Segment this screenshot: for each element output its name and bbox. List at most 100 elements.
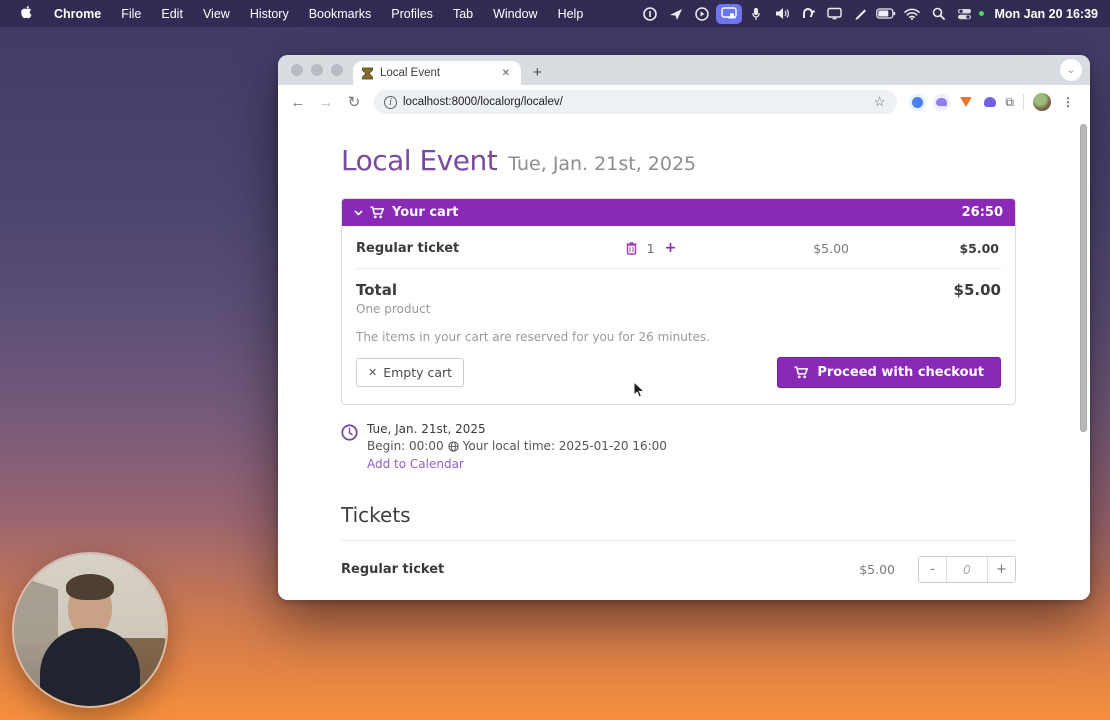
cart-item-qty: 1 — [646, 240, 655, 256]
bookmark-star-icon[interactable]: ☆ — [872, 94, 888, 110]
screen-share-indicator-icon[interactable] — [716, 3, 743, 24]
forward-icon[interactable]: → — [314, 94, 338, 111]
back-icon[interactable]: ← — [286, 94, 310, 111]
event-page: Local Event Tue, Jan. 21st, 2025 Your ca… — [341, 119, 1016, 600]
menubar-item-chrome[interactable]: Chrome — [45, 7, 110, 21]
ticket-qty-stepper: - + — [918, 556, 1016, 583]
send-icon[interactable] — [664, 4, 688, 24]
mic-icon[interactable] — [744, 4, 768, 24]
ticket-price: $5.00 — [859, 562, 895, 577]
page-header: Local Event Tue, Jan. 21st, 2025 — [341, 144, 1016, 177]
empty-cart-x-icon: ✕ — [368, 366, 378, 379]
app-mammoth-icon[interactable] — [796, 4, 820, 24]
event-date-lines: Tue, Jan. 21st, 2025 Begin: 00:00 Your l… — [367, 422, 667, 472]
webcam-person-shirt — [40, 628, 140, 706]
menubar-item-edit[interactable]: Edit — [152, 7, 192, 21]
status-green-dot — [979, 11, 985, 16]
empty-cart-button[interactable]: ✕ Empty cart — [356, 358, 465, 387]
address-bar[interactable]: i localhost:8000/localorg/localev/ ☆ — [374, 90, 898, 114]
reload-icon[interactable]: ↻ — [342, 93, 366, 111]
proceed-checkout-button[interactable]: Proceed with checkout — [777, 357, 1001, 388]
tab-strip: Local Event ✕ + ⌄ — [278, 55, 1090, 85]
site-info-icon[interactable]: i — [384, 95, 397, 109]
extension-blue-icon[interactable] — [909, 93, 927, 111]
cart-icon — [370, 206, 385, 219]
cart-total-label: Total — [356, 281, 397, 299]
minimize-window-button[interactable] — [311, 64, 323, 76]
page-scrollbar-thumb[interactable] — [1080, 124, 1087, 432]
ticket-name: Regular ticket — [341, 562, 445, 577]
webcam-person-hair — [66, 574, 114, 600]
qty-decrease-button[interactable]: - — [919, 557, 946, 582]
browser-menu-dots-icon[interactable]: ⋮ — [1058, 95, 1078, 109]
qty-increase-button[interactable]: + — [988, 557, 1015, 582]
menubar-item-bookmarks[interactable]: Bookmarks — [300, 7, 381, 21]
cart-item-line-total: $5.00 — [959, 240, 999, 256]
menubar-item-view[interactable]: View — [194, 7, 239, 21]
cart-header[interactable]: Your cart 26:50 — [342, 199, 1015, 226]
checkout-cart-icon — [794, 366, 809, 379]
menubar-clock[interactable]: Mon Jan 20 16:39 — [994, 7, 1098, 21]
browser-toolbar: ← → ↻ i localhost:8000/localorg/localev/… — [278, 85, 1090, 119]
extension-lavender-icon[interactable] — [933, 93, 951, 111]
cart-collapse-chevron-icon[interactable] — [354, 209, 363, 216]
event-begin-text: Begin: 00:00 — [367, 439, 444, 453]
cart-actions: ✕ Empty cart Proceed with checkout — [354, 344, 1003, 392]
cart-item-row: Regular ticket 1 + $5.00 $5.00 — [354, 236, 1003, 268]
menubar-item-tab[interactable]: Tab — [444, 7, 482, 21]
tab-search-chevron-icon[interactable]: ⌄ — [1060, 59, 1082, 81]
control-center-icon[interactable] — [952, 4, 976, 24]
onepassword-icon[interactable] — [638, 4, 662, 24]
profile-avatar[interactable] — [1033, 93, 1051, 111]
page-title: Local Event — [341, 144, 498, 177]
proceed-checkout-label: Proceed with checkout — [817, 365, 984, 380]
menubar-item-file[interactable]: File — [112, 7, 150, 21]
qty-input[interactable] — [946, 557, 988, 582]
cart-header-label: Your cart — [392, 205, 459, 220]
cart-qty-controls: 1 + — [606, 240, 696, 256]
search-icon[interactable] — [926, 4, 950, 24]
tab-close-icon[interactable]: ✕ — [499, 67, 513, 80]
cart-total-value: $5.00 — [953, 281, 1001, 299]
wifi-icon[interactable] — [900, 4, 924, 24]
pencil-icon[interactable] — [848, 4, 872, 24]
close-window-button[interactable] — [291, 64, 303, 76]
globe-icon — [447, 441, 459, 452]
add-to-calendar-link[interactable]: Add to Calendar — [367, 457, 667, 472]
browser-window: Local Event ✕ + ⌄ ← → ↻ i localhost:8000… — [278, 55, 1090, 600]
cart-total-subtext: One product — [356, 302, 431, 316]
event-time-text: Begin: 00:00 Your local time: 2025-01-20… — [367, 439, 667, 454]
webcam-bubble — [14, 554, 166, 706]
cart-total-row: Total $5.00 — [354, 269, 1003, 299]
cart-panel: Your cart 26:50 Regular ticket 1 + $5.00… — [341, 198, 1016, 405]
menubar-item-profiles[interactable]: Profiles — [382, 7, 442, 21]
macos-menubar: Chrome File Edit View History Bookmarks … — [0, 0, 1110, 27]
phantom-wallet-icon[interactable] — [981, 94, 998, 111]
menubar-item-history[interactable]: History — [241, 7, 298, 21]
zoom-window-button[interactable] — [331, 64, 343, 76]
event-date-text: Tue, Jan. 21st, 2025 — [367, 422, 486, 436]
volume-icon[interactable] — [770, 4, 794, 24]
cart-item-unit-price: $5.00 — [813, 240, 849, 256]
metamask-fox-icon[interactable] — [957, 94, 974, 111]
menubar-item-help[interactable]: Help — [549, 7, 593, 21]
battery-icon[interactable] — [874, 4, 898, 24]
clock-icon — [341, 424, 358, 472]
new-tab-button[interactable]: + — [521, 64, 554, 85]
remove-item-trash-icon[interactable] — [626, 241, 637, 255]
play-circle-icon[interactable] — [690, 4, 714, 24]
cart-body: Regular ticket 1 + $5.00 $5.00 Total $5.… — [342, 226, 1015, 404]
display-icon[interactable] — [822, 4, 846, 24]
site-favicon-icon — [361, 67, 374, 80]
event-local-time-text: Your local time: 2025-01-20 16:00 — [462, 439, 667, 453]
tab-local-event[interactable]: Local Event ✕ — [353, 61, 521, 85]
event-info-block: Tue, Jan. 21st, 2025 Begin: 00:00 Your l… — [341, 422, 1016, 472]
page-title-date: Tue, Jan. 21st, 2025 — [508, 153, 697, 175]
increase-qty-icon[interactable]: + — [665, 240, 677, 256]
extensions-puzzle-icon[interactable]: ⧉ — [1005, 95, 1014, 110]
url-text[interactable]: localhost:8000/localorg/localev/ — [403, 96, 866, 108]
mouse-cursor — [633, 380, 646, 404]
apple-menu-icon[interactable] — [12, 6, 43, 21]
menubar-item-window[interactable]: Window — [484, 7, 546, 21]
ticket-row-regular: Regular ticket $5.00 - + — [341, 541, 1016, 597]
